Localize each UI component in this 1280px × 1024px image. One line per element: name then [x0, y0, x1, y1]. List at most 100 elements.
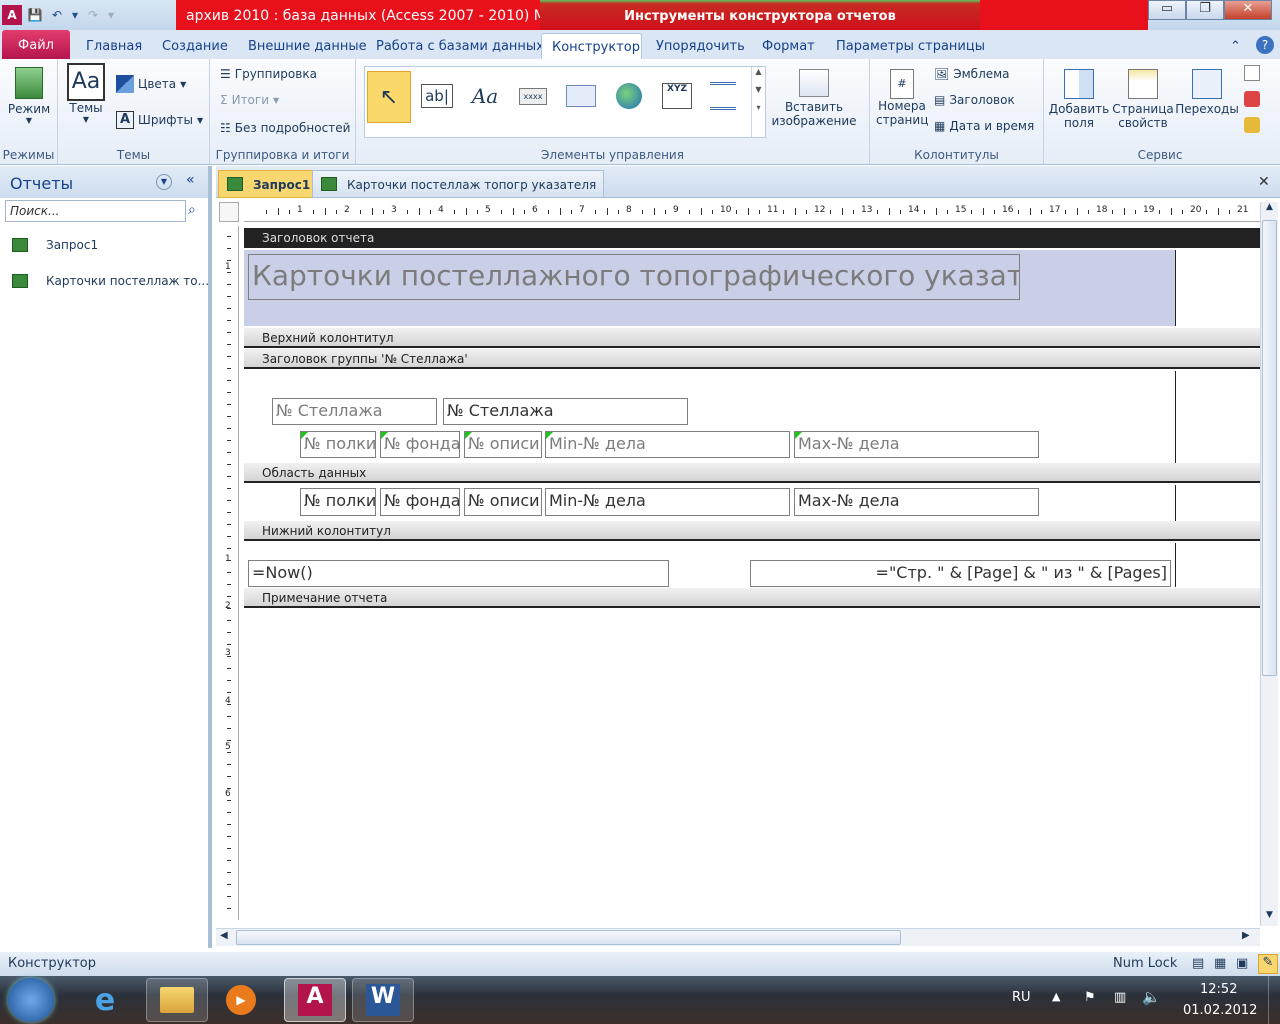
- help-icon[interactable]: ?: [1252, 33, 1278, 60]
- tray-expand-icon[interactable]: ▲: [1052, 990, 1060, 1003]
- themes-button[interactable]: Aa Темы ▼: [66, 63, 106, 124]
- tab-database-tools[interactable]: Работа с базами данных: [366, 33, 554, 60]
- logo-button[interactable]: 🖼 Эмблема: [934, 67, 1010, 81]
- page-numbers-button[interactable]: # Номера страниц: [876, 69, 928, 127]
- col-label-polka[interactable]: № полки: [300, 431, 376, 458]
- tab-format[interactable]: Формат: [752, 33, 825, 60]
- section-page-footer[interactable]: Нижний колонтитул: [244, 521, 1260, 541]
- insert-image-button[interactable]: Вставить изображение: [766, 69, 862, 128]
- section-group-header[interactable]: Заголовок группы '№ Стеллажа': [244, 349, 1260, 369]
- nav-item-kartochki[interactable]: Карточки постеллаж то...: [12, 274, 209, 288]
- add-fields-button[interactable]: Добавить поля: [1046, 69, 1112, 130]
- doc-tab-zapros1[interactable]: Запрос1: [218, 170, 322, 198]
- section-report-footer[interactable]: Примечание отчета: [244, 588, 1260, 608]
- minimize-button[interactable]: ▭: [1148, 0, 1186, 20]
- clock-time[interactable]: 12:52: [1200, 982, 1237, 997]
- tab-page-setup[interactable]: Параметры страницы: [826, 33, 995, 60]
- media-player-taskbar-icon[interactable]: ▶: [210, 978, 272, 1022]
- select-pointer-icon[interactable]: ↖: [367, 71, 411, 123]
- tab-external-data[interactable]: Внешние данные: [238, 33, 377, 60]
- col-field-opis[interactable]: № описи: [464, 488, 542, 516]
- network-icon[interactable]: ▥: [1114, 990, 1126, 1005]
- group-sort-button[interactable]: ☰ Группировка: [220, 67, 317, 81]
- col-field-min-delo[interactable]: Min-№ дела: [545, 488, 790, 516]
- tab-file[interactable]: Файл: [2, 30, 70, 60]
- tab-arrange[interactable]: Упорядочить: [646, 33, 755, 60]
- report-title-label[interactable]: Карточки постеллажного топографического …: [248, 254, 1020, 300]
- title-button[interactable]: ▤ Заголовок: [934, 93, 1015, 107]
- scroll-up-icon[interactable]: ▲: [1261, 202, 1278, 218]
- scroll-thumb[interactable]: [1262, 220, 1277, 676]
- section-detail[interactable]: Область данных: [244, 463, 1260, 483]
- design-mode-icon[interactable]: ✎: [1258, 954, 1278, 974]
- ruler-corner[interactable]: [219, 202, 239, 222]
- section-page-header[interactable]: Верхний колонтитул: [244, 328, 1260, 348]
- page-break-control-icon[interactable]: [703, 73, 743, 119]
- col-field-max-delo[interactable]: Max-№ дела: [794, 488, 1039, 516]
- show-desktop-button[interactable]: [1268, 976, 1280, 1024]
- ie-taskbar-icon[interactable]: e: [74, 978, 136, 1022]
- scroll-right-icon[interactable]: ▶: [1242, 930, 1250, 941]
- colors-button[interactable]: Цвета ▼: [116, 75, 186, 93]
- redo-icon[interactable]: ↷: [84, 6, 102, 24]
- action-center-icon[interactable]: ⚑: [1084, 990, 1096, 1005]
- property-sheet-button[interactable]: Страница свойств: [1112, 69, 1174, 130]
- footer-pages-field[interactable]: ="Стр. " & [Page] & " из " & [Pages]: [750, 560, 1171, 587]
- explorer-taskbar-icon[interactable]: [146, 978, 208, 1022]
- option-group-control-icon[interactable]: XYZ: [657, 73, 697, 119]
- section-report-header[interactable]: Заголовок отчета: [244, 228, 1260, 248]
- word-taskbar-icon[interactable]: W: [352, 978, 414, 1022]
- scroll-down-icon[interactable]: ▼: [1261, 910, 1278, 926]
- undo-dropdown-icon[interactable]: ▾: [70, 6, 80, 24]
- totals-button[interactable]: Σ Итоги ▼: [220, 93, 279, 107]
- search-input[interactable]: Поиск...: [5, 200, 186, 222]
- horizontal-scrollbar[interactable]: ◀ ▶: [216, 928, 1260, 946]
- print-preview-mode-icon[interactable]: ▦: [1214, 956, 1226, 971]
- col-label-opis[interactable]: № описи: [464, 431, 542, 458]
- tab-home[interactable]: Главная: [76, 33, 152, 60]
- tab-control-icon[interactable]: [561, 73, 601, 119]
- report-view-mode-icon[interactable]: ▤: [1192, 956, 1204, 971]
- h-scroll-thumb[interactable]: [236, 930, 901, 945]
- textbox-control-icon[interactable]: ab|: [417, 73, 457, 119]
- redo-dropdown-icon[interactable]: ▾: [106, 6, 116, 24]
- col-field-fond[interactable]: № фонда: [380, 488, 460, 516]
- hide-details-button[interactable]: ☷ Без подробностей: [220, 121, 350, 135]
- access-taskbar-icon[interactable]: A: [284, 978, 346, 1022]
- start-button[interactable]: [8, 978, 54, 1022]
- col-field-polka[interactable]: № полки: [300, 488, 376, 516]
- label-control-icon[interactable]: Aa: [465, 73, 505, 119]
- ribbon-collapse-icon[interactable]: ⌃: [1226, 33, 1245, 60]
- gallery-scroll[interactable]: ▲ ▼ ▾: [751, 67, 765, 137]
- col-label-min-delo[interactable]: Min-№ дела: [545, 431, 790, 458]
- col-label-max-delo[interactable]: Max-№ дела: [794, 431, 1039, 458]
- col-label-fond[interactable]: № фонда: [380, 431, 460, 458]
- undo-icon[interactable]: ↶: [48, 6, 66, 24]
- fonts-button[interactable]: A Шрифты ▼: [116, 111, 203, 129]
- nav-collapse-icon[interactable]: «: [186, 172, 195, 188]
- doc-tab-kartochki[interactable]: Карточки постеллаж топогр указателя: [312, 170, 604, 198]
- vba-icon[interactable]: [1244, 91, 1260, 107]
- view-button[interactable]: Режим ▼: [6, 67, 52, 125]
- nav-menu-icon[interactable]: ▼: [156, 174, 172, 190]
- group-stellazh-field[interactable]: № Стеллажа: [443, 398, 688, 425]
- volume-icon[interactable]: 🔈: [1142, 988, 1161, 1006]
- date-time-button[interactable]: ▦ Дата и время: [934, 119, 1034, 133]
- tab-order-button[interactable]: Переходы: [1174, 69, 1240, 116]
- save-icon[interactable]: 💾: [26, 6, 44, 24]
- button-control-icon[interactable]: xxxx: [513, 73, 553, 119]
- access-app-icon[interactable]: A: [2, 5, 22, 25]
- group-stellazh-label[interactable]: № Стеллажа: [272, 398, 437, 425]
- subform-icon[interactable]: [1244, 65, 1260, 81]
- footer-now-field[interactable]: =Now(): [248, 560, 669, 587]
- hyperlink-control-icon[interactable]: [609, 73, 649, 119]
- close-doc-icon[interactable]: ✕: [1258, 174, 1270, 190]
- close-button[interactable]: ✕: [1224, 0, 1272, 20]
- search-icon[interactable]: ⌕: [188, 202, 196, 218]
- tab-design[interactable]: Конструктор: [541, 33, 642, 60]
- maximize-button[interactable]: ❐: [1186, 0, 1224, 20]
- tab-create[interactable]: Создание: [152, 33, 238, 60]
- clock-date[interactable]: 01.02.2012: [1183, 1003, 1257, 1018]
- scroll-left-icon[interactable]: ◀: [220, 930, 228, 941]
- layout-mode-icon[interactable]: ▣: [1236, 956, 1248, 971]
